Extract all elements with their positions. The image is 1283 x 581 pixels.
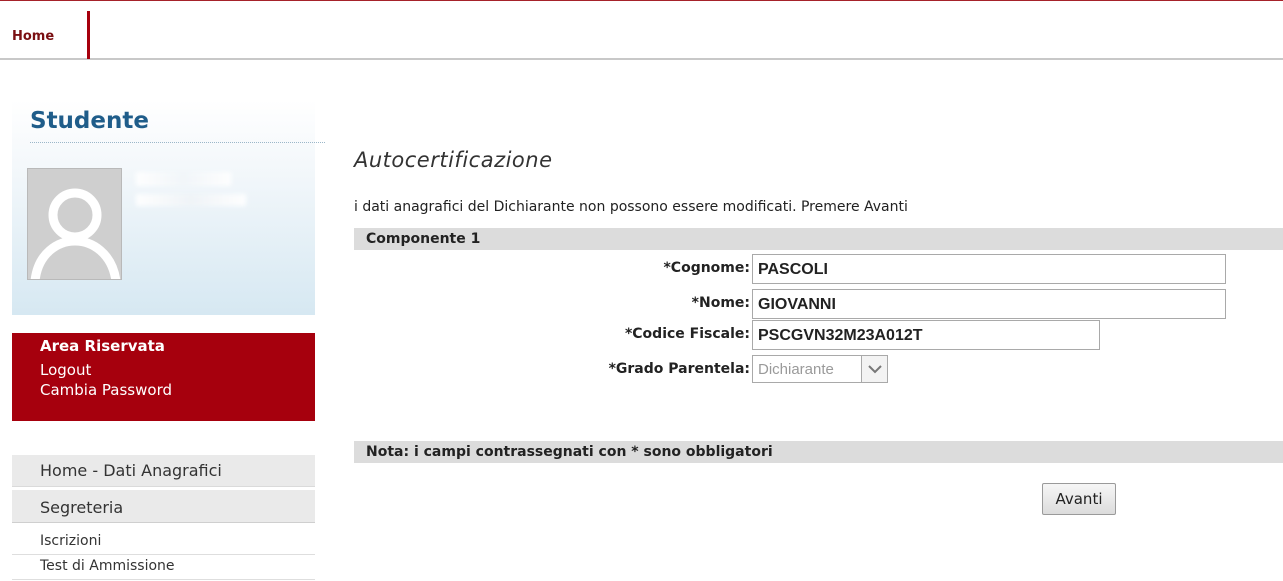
redacted-name — [136, 172, 231, 186]
sidebar-subitem-iscrizioni[interactable]: Iscrizioni — [12, 533, 315, 555]
avanti-button[interactable]: Avanti — [1042, 483, 1116, 515]
redacted-id — [136, 194, 246, 206]
form-row-codice-fiscale: *Codice Fiscale: PSCGVN32M23A012T — [354, 320, 1254, 350]
sidebar-subitem-test-di-ammissione[interactable]: Test di Ammissione — [12, 558, 315, 580]
cognome-field[interactable]: PASCOLI — [752, 254, 1226, 284]
sidebar-item-segreteria[interactable]: Segreteria — [12, 490, 315, 523]
student-panel: Studente — [12, 100, 325, 315]
divider — [30, 142, 325, 143]
avatar — [27, 168, 122, 280]
grado-parentela-label: *Grado Parentela: — [608, 361, 750, 377]
top-navigation: Home — [0, 0, 1283, 60]
form-row-nome: *Nome: GIOVANNI — [354, 289, 1254, 319]
grado-parentela-select[interactable]: Dichiarante — [752, 355, 888, 383]
logout-link[interactable]: Logout — [40, 361, 315, 381]
nome-field[interactable]: GIOVANNI — [752, 289, 1226, 319]
reserved-area-panel: Area Riservata Logout Cambia Password — [12, 333, 315, 421]
intro-text: i dati anagrafici del Dichiarante non po… — [354, 199, 908, 215]
component-header: Componente 1 — [354, 228, 1283, 250]
required-fields-note: Nota: i campi contrassegnati con * sono … — [354, 441, 1283, 463]
page-title: Autocertificazione — [354, 148, 553, 172]
codice-fiscale-label: *Codice Fiscale: — [624, 326, 750, 342]
form-row-cognome: *Cognome: PASCOLI — [354, 254, 1254, 284]
grado-parentela-value: Dichiarante — [758, 361, 834, 378]
home-tab[interactable]: Home — [0, 11, 90, 59]
user-silhouette-icon — [28, 169, 121, 279]
cognome-label: *Cognome: — [663, 260, 750, 276]
student-title: Studente — [30, 108, 149, 134]
sidebar-item-home-dati-anagrafici[interactable]: Home - Dati Anagrafici — [12, 455, 315, 487]
nome-label: *Nome: — [691, 295, 750, 311]
reserved-area-title: Area Riservata — [40, 337, 165, 355]
codice-fiscale-field[interactable]: PSCGVN32M23A012T — [752, 320, 1100, 350]
form-row-grado-parentela: *Grado Parentela: Dichiarante — [354, 355, 1254, 385]
change-password-link[interactable]: Cambia Password — [40, 381, 315, 401]
chevron-down-icon[interactable] — [861, 356, 887, 382]
